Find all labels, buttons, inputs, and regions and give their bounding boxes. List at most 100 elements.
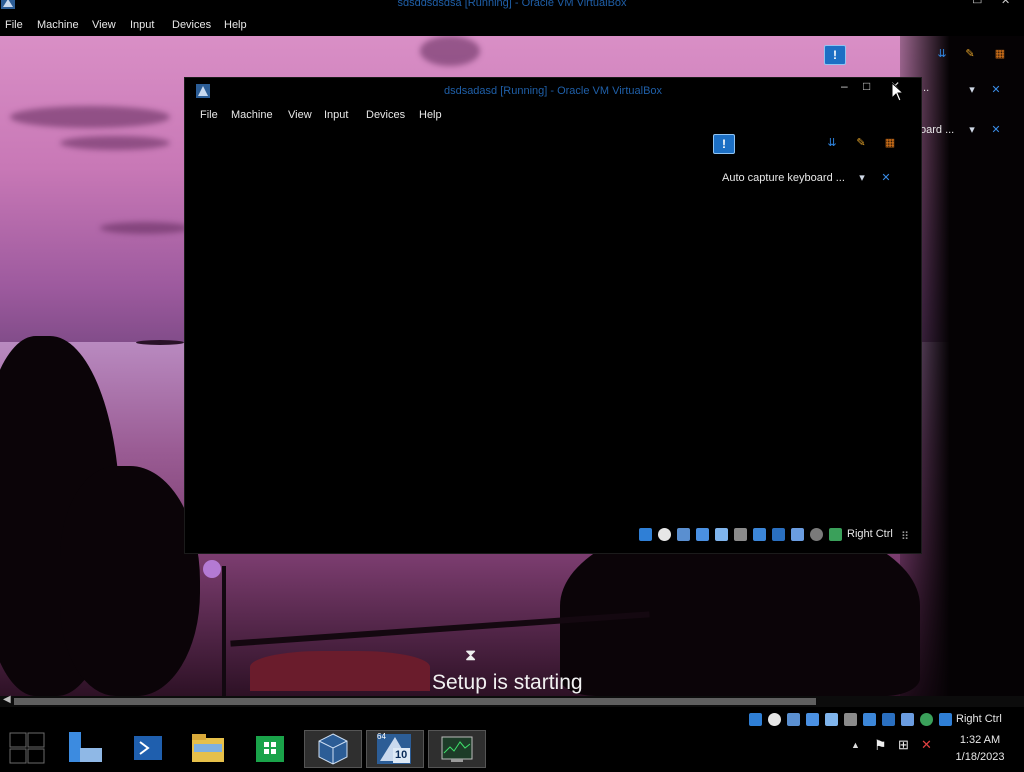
vm-version-badge: 10	[395, 749, 408, 761]
setup-status-text: Setup is starting	[432, 671, 583, 694]
store-button[interactable]	[242, 730, 298, 766]
outer-notice-text: oard ...	[920, 124, 955, 136]
cloud	[100, 222, 190, 234]
outer-title-bar: sdsddsdsdsa [Running] - Oracle VM Virtua…	[0, 0, 1024, 14]
taskbar: Right Ctrl 64 10 ▲ ⚑ ⊞ ✕ 1:32 AM 1/18/20…	[0, 707, 1024, 768]
resize-grip-icon[interactable]: ⠿	[901, 530, 909, 543]
outer-display-icon[interactable]	[863, 713, 876, 726]
hourglass-icon: ⧗	[465, 647, 477, 664]
server-manager-icon	[69, 732, 102, 762]
boat	[250, 651, 430, 691]
usb-icon[interactable]	[715, 528, 728, 541]
island	[136, 340, 184, 345]
virtualbox-manager-button[interactable]	[304, 730, 362, 768]
vm-windows10-button[interactable]: 64 10	[366, 730, 424, 768]
outer-menu-bar: File Machine View Input Devices Help	[0, 14, 1024, 36]
start-icon[interactable]	[9, 732, 45, 764]
inner-notice-text: Auto capture keyboard ...	[722, 172, 845, 184]
outer-reset-icon[interactable]: ▦	[992, 47, 1008, 61]
minimize-icon[interactable]: –	[841, 79, 848, 93]
lamp-post	[222, 566, 226, 696]
outer-shared-folders-icon[interactable]	[844, 713, 857, 726]
tree-silhouette	[60, 466, 200, 696]
inner-host-key-label: Right Ctrl	[847, 528, 893, 540]
clock-date[interactable]: 1/18/2023	[950, 751, 1010, 763]
outer-pin-icon[interactable]: ▾	[964, 83, 980, 97]
outer-optical-drive-icon[interactable]	[768, 713, 781, 726]
action-center-flag-icon[interactable]: ⚑	[874, 737, 887, 754]
scroll-left-icon[interactable]: ◀	[3, 694, 11, 705]
lamp-globe	[203, 560, 221, 578]
inner-window-title: dsdsadasd [Running] - Oracle VM VirtualB…	[443, 85, 663, 97]
video-capture-icon[interactable]	[772, 528, 785, 541]
outer-edit-icon[interactable]: ✎	[962, 47, 978, 61]
volume-muted-icon[interactable]: ✕	[921, 737, 932, 753]
inner-sort-down-icon[interactable]: ⇊	[824, 136, 840, 150]
audio-icon[interactable]	[677, 528, 690, 541]
outer-close-icon[interactable]: ✕	[1001, 0, 1010, 7]
hard-disk-icon[interactable]	[639, 528, 652, 541]
network-icon[interactable]	[696, 528, 709, 541]
store-icon	[256, 736, 284, 762]
cloud	[60, 136, 170, 150]
outer-close-notice-icon-2[interactable]: ✕	[988, 123, 1004, 137]
cloud	[10, 106, 170, 128]
outer-window-title: sdsddsdsdsa [Running] - Oracle VM Virtua…	[397, 0, 627, 9]
inner-notification-icon[interactable]: !	[713, 134, 735, 154]
outer-close-notice-icon[interactable]: ✕	[988, 83, 1004, 97]
scrollbar-thumb[interactable]	[14, 698, 816, 705]
mouse-cursor-icon	[891, 82, 903, 102]
maximize-icon[interactable]: □	[863, 79, 870, 93]
task-manager-icon	[441, 736, 473, 762]
outer-pin-icon-2[interactable]: ▾	[964, 123, 980, 137]
inner-close-notice-icon[interactable]: ✕	[878, 171, 894, 185]
display-icon[interactable]	[753, 528, 766, 541]
virtualbox-cube-icon	[318, 733, 348, 765]
outer-notification-icon[interactable]: !	[824, 45, 846, 65]
horizontal-scrollbar[interactable]: ◀	[0, 694, 1024, 707]
keyboard-capture-icon[interactable]	[829, 528, 842, 541]
inner-pin-icon[interactable]: ▾	[854, 171, 870, 185]
folder-icon	[192, 734, 224, 762]
inner-reset-icon[interactable]: ▦	[882, 136, 898, 150]
powershell-icon	[134, 736, 162, 760]
outer-video-capture-icon[interactable]	[882, 713, 895, 726]
outer-menu-devices[interactable]: Devices	[172, 19, 211, 31]
outer-usb-icon[interactable]	[825, 713, 838, 726]
outer-host-key-label: Right Ctrl	[956, 713, 1002, 725]
inner-menu-file[interactable]: File	[200, 109, 218, 121]
outer-audio-icon[interactable]	[787, 713, 800, 726]
outer-menu-input[interactable]: Input	[130, 19, 154, 31]
inner-menu-help[interactable]: Help	[419, 109, 442, 121]
outer-sort-down-icon[interactable]: ⇊	[934, 47, 950, 61]
inner-menu-view[interactable]: View	[288, 109, 312, 121]
inner-menu-input[interactable]: Input	[324, 109, 348, 121]
outer-menu-file[interactable]: File	[5, 19, 23, 31]
virtualization-icon[interactable]	[791, 528, 804, 541]
outer-hard-disk-icon[interactable]	[749, 713, 762, 726]
outer-menu-help[interactable]: Help	[224, 19, 247, 31]
outer-menu-view[interactable]: View	[92, 19, 116, 31]
outer-mouse-integration-icon[interactable]	[920, 713, 933, 726]
outer-restore-icon[interactable]: ▭	[972, 0, 982, 7]
outer-menu-machine[interactable]: Machine	[37, 19, 79, 31]
vm-arch-badge: 64	[377, 732, 386, 741]
cloud	[420, 36, 480, 66]
inner-menu-devices[interactable]: Devices	[366, 109, 405, 121]
shared-folders-icon[interactable]	[734, 528, 747, 541]
tray-overflow-icon[interactable]: ▲	[851, 740, 860, 750]
task-manager-button[interactable]	[428, 730, 486, 768]
inner-vm-window: dsdsadasd [Running] - Oracle VM VirtualB…	[184, 77, 922, 554]
server-manager-button[interactable]	[60, 730, 116, 766]
network-tray-icon[interactable]: ⊞	[898, 737, 909, 753]
optical-drive-icon[interactable]	[658, 528, 671, 541]
mouse-integration-icon[interactable]	[810, 528, 823, 541]
inner-menu-machine[interactable]: Machine	[231, 109, 273, 121]
inner-edit-icon[interactable]: ✎	[853, 136, 869, 150]
outer-virtualization-icon[interactable]	[901, 713, 914, 726]
outer-keyboard-capture-icon[interactable]	[939, 713, 952, 726]
file-explorer-button[interactable]	[180, 730, 236, 766]
clock-time[interactable]: 1:32 AM	[950, 734, 1010, 746]
powershell-button[interactable]	[120, 730, 176, 766]
outer-network-icon[interactable]	[806, 713, 819, 726]
